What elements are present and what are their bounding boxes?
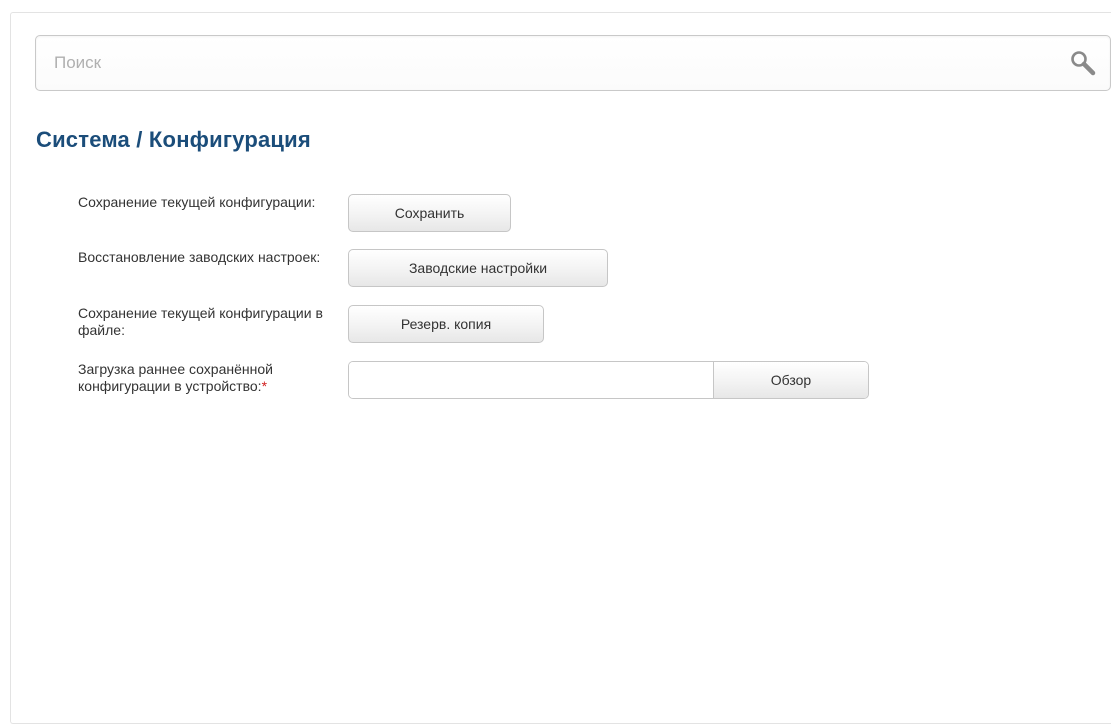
search-box [35,35,1111,91]
search-input[interactable] [36,36,1046,90]
upload-config-label: Загрузка раннее сохранённой конфигурации… [78,361,348,395]
backup-button[interactable]: Резерв. копия [348,305,544,343]
backup-config-label: Сохранение текущей конфигурации в файле: [78,305,323,338]
factory-reset-label: Восстановление заводских настроек: [78,249,321,265]
search-icon[interactable] [1068,48,1098,78]
file-path-input[interactable] [349,362,713,398]
save-button[interactable]: Сохранить [348,194,511,232]
browse-button[interactable]: Обзор [713,362,868,398]
page-title: Система / Конфигурация [36,127,311,152]
required-mark: * [261,378,268,394]
save-config-label: Сохранение текущей конфигурации: [78,194,316,210]
factory-reset-button[interactable]: Заводские настройки [348,249,608,287]
file-upload-group: Обзор [348,361,869,399]
upload-config-label-text: Загрузка раннее сохранённой конфигурации… [78,361,273,394]
content-panel: Система / Конфигурация Сохранение текуще… [10,12,1111,724]
